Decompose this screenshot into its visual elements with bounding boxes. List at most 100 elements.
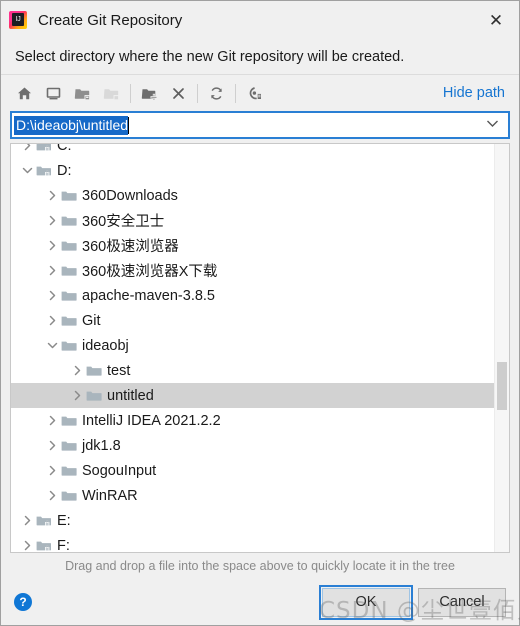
toolbar-separator bbox=[130, 83, 131, 103]
chevron-right-icon[interactable] bbox=[44, 283, 60, 308]
chevron-right-icon[interactable] bbox=[19, 508, 35, 533]
folder-icon bbox=[60, 233, 78, 258]
folder-module-icon bbox=[97, 79, 126, 107]
tree-row[interactable]: 360极速浏览器X下载 bbox=[11, 258, 494, 283]
tree-row[interactable]: 360安全卫士 bbox=[11, 208, 494, 233]
folder-icon bbox=[60, 283, 78, 308]
tree-row[interactable]: 360极速浏览器 bbox=[11, 233, 494, 258]
chevron-right-icon[interactable] bbox=[44, 483, 60, 508]
folder-icon bbox=[60, 308, 78, 333]
desktop-icon[interactable] bbox=[39, 79, 68, 107]
close-icon[interactable]: ✕ bbox=[479, 5, 513, 35]
drive-icon bbox=[35, 533, 53, 552]
tree-row[interactable]: SogouInput bbox=[11, 458, 494, 483]
tree-row[interactable]: Git bbox=[11, 308, 494, 333]
create-git-repository-dialog: IJ Create Git Repository ✕ Select direct… bbox=[0, 0, 520, 626]
scrollbar-thumb[interactable] bbox=[497, 362, 507, 410]
tree-row[interactable]: apache-maven-3.8.5 bbox=[11, 283, 494, 308]
tree-row[interactable]: IntelliJ IDEA 2021.2.2 bbox=[11, 408, 494, 433]
drag-drop-hint: Drag and drop a file into the space abov… bbox=[1, 553, 519, 579]
tree-row-label: IntelliJ IDEA 2021.2.2 bbox=[82, 412, 221, 429]
tree-row-label: 360极速浏览器X下载 bbox=[82, 264, 218, 280]
tree-row-label: F: bbox=[57, 537, 70, 553]
drive-icon bbox=[35, 158, 53, 183]
chevron-right-icon[interactable] bbox=[19, 144, 35, 158]
tree-vertical-scrollbar[interactable] bbox=[494, 144, 509, 552]
tree-row-label: WinRAR bbox=[82, 487, 138, 504]
path-combo-box[interactable]: D:\ideaobj\untitled bbox=[10, 111, 510, 139]
drag-drop-hint-text: Drag and drop a file into the space abov… bbox=[65, 559, 455, 573]
tree-row[interactable]: 360Downloads bbox=[11, 183, 494, 208]
folder-icon bbox=[60, 333, 78, 358]
tree-row-label: Git bbox=[82, 312, 101, 329]
tree-row[interactable]: jdk1.8 bbox=[11, 433, 494, 458]
tree-row-label: 360安全卫士 bbox=[82, 214, 165, 230]
text-caret bbox=[128, 116, 130, 134]
folder-project-icon[interactable] bbox=[68, 79, 97, 107]
tree-row-label: 360极速浏览器 bbox=[82, 239, 179, 255]
directory-tree-rows: C: D: 360Downloads 360安全卫士 360极速浏览器 360极速浏览器X… bbox=[11, 144, 494, 552]
chevron-right-icon[interactable] bbox=[44, 233, 60, 258]
tree-row[interactable]: test bbox=[11, 358, 494, 383]
chevron-down-icon[interactable] bbox=[19, 158, 35, 183]
tree-row-label: jdk1.8 bbox=[82, 437, 121, 454]
dialog-actions: OK Cancel bbox=[319, 584, 506, 620]
delete-icon[interactable] bbox=[164, 79, 193, 107]
path-input[interactable]: D:\ideaobj\untitled bbox=[14, 115, 129, 135]
chevron-right-icon[interactable] bbox=[44, 308, 60, 333]
tree-row-label: test bbox=[107, 362, 131, 379]
tree-row[interactable]: F: bbox=[11, 533, 494, 552]
tree-row[interactable]: WinRAR bbox=[11, 483, 494, 508]
chevron-right-icon[interactable] bbox=[19, 533, 35, 552]
folder-icon bbox=[60, 433, 78, 458]
help-icon[interactable]: ? bbox=[14, 593, 32, 611]
tree-row[interactable]: untitled bbox=[11, 383, 494, 408]
dialog-prompt: Select directory where the new Git repos… bbox=[1, 39, 519, 75]
tree-row-label: untitled bbox=[107, 387, 154, 404]
tree-row-label: D: bbox=[57, 162, 72, 179]
toolbar-separator bbox=[197, 83, 198, 103]
tree-row[interactable]: E: bbox=[11, 508, 494, 533]
chevron-right-icon[interactable] bbox=[44, 408, 60, 433]
folder-icon bbox=[85, 383, 103, 408]
refresh-icon[interactable] bbox=[202, 79, 231, 107]
dialog-prompt-text: Select directory where the new Git repos… bbox=[15, 48, 405, 65]
tree-row-label: ideaobj bbox=[82, 337, 129, 354]
folder-icon bbox=[60, 258, 78, 283]
chevron-right-icon[interactable] bbox=[44, 183, 60, 208]
chevron-right-icon[interactable] bbox=[69, 383, 85, 408]
folder-icon bbox=[60, 183, 78, 208]
ok-button[interactable]: OK bbox=[319, 584, 413, 620]
intellij-idea-icon: IJ bbox=[9, 11, 27, 29]
toolbar-separator bbox=[235, 83, 236, 103]
tree-row-label: C: bbox=[57, 144, 72, 154]
chevron-right-icon[interactable] bbox=[44, 258, 60, 283]
path-field-row: D:\ideaobj\untitled bbox=[1, 111, 519, 141]
tree-row[interactable]: D: bbox=[11, 158, 494, 183]
tree-row-label: 360Downloads bbox=[82, 187, 178, 204]
new-folder-icon[interactable] bbox=[135, 79, 164, 107]
chevron-right-icon[interactable] bbox=[69, 358, 85, 383]
show-hidden-icon[interactable] bbox=[240, 79, 269, 107]
folder-icon bbox=[60, 208, 78, 233]
tree-row-label: SogouInput bbox=[82, 462, 157, 479]
chevron-right-icon[interactable] bbox=[44, 208, 60, 233]
hide-path-link[interactable]: Hide path bbox=[443, 85, 505, 101]
window-title: Create Git Repository bbox=[38, 11, 183, 29]
home-icon[interactable] bbox=[10, 79, 39, 107]
dialog-button-bar: ? OK Cancel bbox=[1, 579, 519, 625]
chevron-down-icon[interactable] bbox=[486, 119, 499, 131]
drive-icon bbox=[35, 508, 53, 533]
chevron-right-icon[interactable] bbox=[44, 458, 60, 483]
folder-icon bbox=[60, 408, 78, 433]
tree-row[interactable]: C: bbox=[11, 144, 494, 158]
cancel-button[interactable]: Cancel bbox=[418, 587, 506, 617]
tree-row[interactable]: ideaobj bbox=[11, 333, 494, 358]
chevron-right-icon[interactable] bbox=[44, 433, 60, 458]
folder-icon bbox=[85, 358, 103, 383]
folder-icon bbox=[60, 483, 78, 508]
chevron-down-icon[interactable] bbox=[44, 333, 60, 358]
drive-icon bbox=[35, 144, 53, 158]
directory-tree[interactable]: C: D: 360Downloads 360安全卫士 360极速浏览器 360极速浏览器X… bbox=[11, 144, 494, 552]
tree-row-label: apache-maven-3.8.5 bbox=[82, 287, 215, 304]
